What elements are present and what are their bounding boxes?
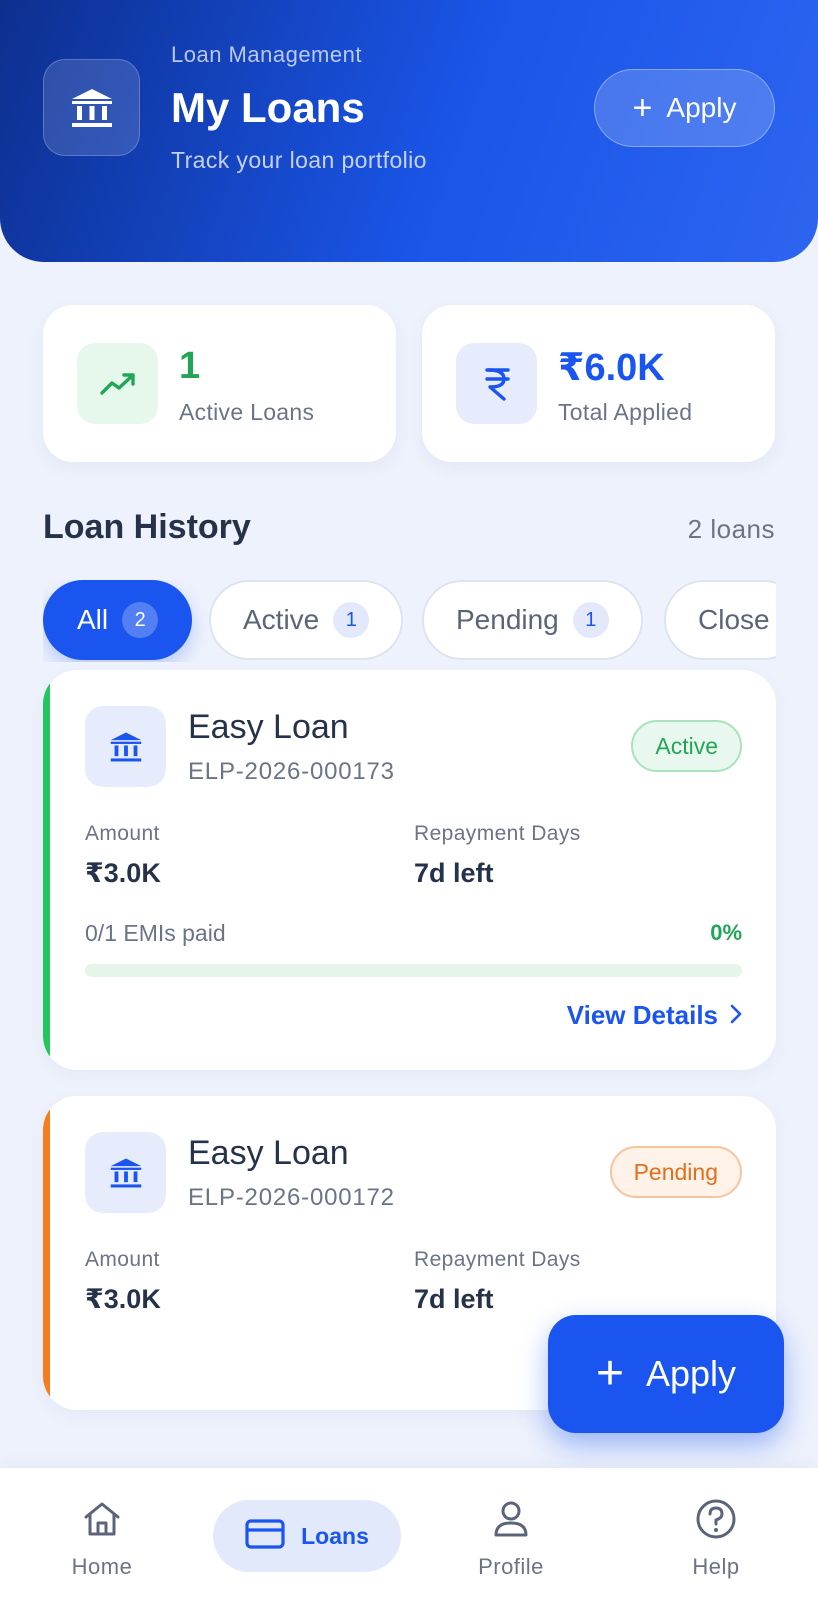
filter-chip-label: All xyxy=(77,604,109,635)
nav-item-help[interactable]: Help xyxy=(636,1468,796,1600)
nav-label-profile: Profile xyxy=(478,1554,544,1579)
status-stripe xyxy=(43,670,50,1070)
loan-history-count: 2 loans xyxy=(687,514,775,544)
filter-chip-pending[interactable]: Pending 1 xyxy=(422,580,643,660)
emi-progress-bar xyxy=(85,964,742,977)
filter-chip-active[interactable]: Active 1 xyxy=(209,580,404,660)
status-stripe xyxy=(43,1096,50,1410)
filter-chips: All 2 Active 1 Pending 1 Close xyxy=(43,580,776,662)
emi-status: 0/1 EMIs paid xyxy=(85,920,226,946)
trending-up-icon xyxy=(77,343,158,424)
repayment-label: Repayment Days xyxy=(414,822,581,845)
filter-chip-closed[interactable]: Close xyxy=(664,580,776,660)
rupee-icon xyxy=(456,343,537,424)
amount-value: ₹3.0K xyxy=(85,858,161,888)
plus-icon: + xyxy=(632,89,653,127)
bank-icon xyxy=(43,59,140,156)
nav-label-help: Help xyxy=(692,1554,740,1579)
active-loans-card: 1 Active Loans xyxy=(43,305,396,462)
view-details-label: View Details xyxy=(566,1000,718,1030)
filter-chip-count: 2 xyxy=(122,602,159,638)
home-icon xyxy=(82,1498,122,1540)
amount-label: Amount xyxy=(85,1248,160,1271)
repayment-value: 7d left xyxy=(414,858,494,888)
header: Loan Management My Loans Track your loan… xyxy=(0,0,818,262)
loan-id: ELP-2026-000172 xyxy=(188,1184,395,1211)
plus-icon: + xyxy=(595,1347,624,1400)
nav-item-home[interactable]: Home xyxy=(22,1468,182,1600)
filter-chip-count: 1 xyxy=(333,602,370,638)
filter-chip-count: 1 xyxy=(572,602,609,638)
loan-id: ELP-2026-000173 xyxy=(188,758,395,785)
bank-icon xyxy=(85,1132,166,1213)
total-applied-card: ₹6.0K Total Applied xyxy=(422,305,775,462)
view-details-link[interactable]: View Details xyxy=(567,1000,742,1031)
loan-history-title: Loan History xyxy=(43,508,251,546)
loan-card[interactable]: Easy Loan ELP-2026-000173 Active Amount … xyxy=(43,670,776,1070)
user-icon xyxy=(493,1498,529,1540)
filter-chip-label: Close xyxy=(698,604,770,635)
credit-card-icon xyxy=(245,1518,285,1555)
chevron-right-icon xyxy=(730,1000,742,1031)
repayment-label: Repayment Days xyxy=(414,1248,581,1271)
active-loans-label: Active Loans xyxy=(179,399,315,425)
header-apply-button[interactable]: + Apply xyxy=(594,69,775,147)
filter-chip-all[interactable]: All 2 xyxy=(43,580,193,660)
nav-label-loans: Loans xyxy=(301,1522,369,1549)
floating-apply-label: Apply xyxy=(645,1353,737,1394)
active-loans-value: 1 xyxy=(179,345,201,387)
header-eyebrow: Loan Management xyxy=(171,42,362,67)
status-badge: Pending xyxy=(609,1146,742,1198)
nav-item-loans[interactable]: Loans xyxy=(213,1500,401,1572)
status-badge: Active xyxy=(631,720,742,772)
amount-value: ₹3.0K xyxy=(85,1284,161,1314)
bank-icon xyxy=(85,706,166,787)
nav-item-profile[interactable]: Profile xyxy=(431,1468,591,1600)
loan-name: Easy Loan xyxy=(188,708,349,746)
bottom-nav: Home Loans Profile Help xyxy=(0,1468,818,1600)
header-apply-label: Apply xyxy=(666,92,737,123)
amount-label: Amount xyxy=(85,822,160,845)
page-subtitle: Track your loan portfolio xyxy=(171,147,427,173)
page-title: My Loans xyxy=(171,84,365,131)
floating-apply-button[interactable]: + Apply xyxy=(548,1315,784,1433)
help-icon xyxy=(695,1498,737,1540)
emi-percent: 0% xyxy=(710,920,742,945)
nav-label-home: Home xyxy=(71,1554,133,1579)
filter-chip-label: Pending xyxy=(456,604,559,635)
total-applied-label: Total Applied xyxy=(558,399,693,425)
repayment-value: 7d left xyxy=(414,1284,494,1314)
loan-name: Easy Loan xyxy=(188,1134,349,1172)
filter-chip-label: Active xyxy=(243,604,320,635)
total-applied-value: ₹6.0K xyxy=(558,347,665,389)
